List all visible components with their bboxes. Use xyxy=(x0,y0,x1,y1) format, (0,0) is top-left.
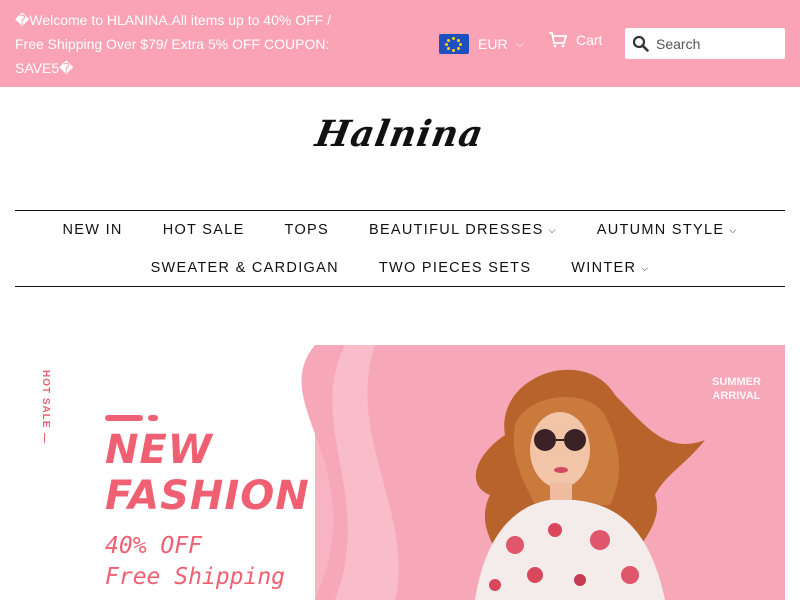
eu-flag-icon xyxy=(439,34,469,54)
nav-item-winter[interactable]: WINTER ⌵ xyxy=(551,258,669,278)
hero-sub-line1: 40% OFF xyxy=(105,533,202,559)
nav-item-two-pieces-sets[interactable]: TWO PIECES SETS xyxy=(359,258,551,278)
nav-row-2: SWEATER & CARDIGAN TWO PIECES SETS WINTER ⌵ xyxy=(15,258,785,278)
chevron-down-icon: ⌵ xyxy=(641,263,650,274)
nav-item-label: WINTER xyxy=(571,260,637,276)
model-photo xyxy=(475,369,705,600)
announcement-text: �Welcome to HLANINA.All items up to 40% … xyxy=(15,12,331,76)
side-tag-dash xyxy=(44,433,45,443)
nav-item-label: TWO PIECES SETS xyxy=(378,260,532,276)
logo-text: Halnina xyxy=(312,113,488,155)
cart-label: Cart xyxy=(576,32,603,48)
hero-banner[interactable]: HOT SALE NEW FASHION 40% OFF Free Shippi… xyxy=(15,345,785,600)
nav-item-label: AUTUMN STYLE xyxy=(596,222,725,238)
hero-title-line2: FASHION xyxy=(105,473,310,519)
nav-item-beautiful-dresses[interactable]: BEAUTIFUL DRESSES ⌵ xyxy=(349,220,577,240)
cart-icon xyxy=(549,32,568,48)
nav-row-1: NEW IN HOT SALE TOPS BEAUTIFUL DRESSES ⌵ AUTU… xyxy=(15,220,785,240)
chevron-down-icon: ⌵ xyxy=(515,37,524,50)
chevron-down-icon: ⌵ xyxy=(729,225,738,236)
announcement-bar: �Welcome to HLANINA.All items up to 40% … xyxy=(0,0,800,87)
nav-item-label: NEW IN xyxy=(62,222,123,238)
nav-item-tops[interactable]: TOPS xyxy=(265,220,349,240)
hot-sale-side-tag: HOT SALE xyxy=(40,370,51,429)
site-logo[interactable]: Halnina xyxy=(0,113,800,155)
main-navigation: NEW IN HOT SALE TOPS BEAUTIFUL DRESSES ⌵ AUTU… xyxy=(15,210,785,287)
nav-item-sweater-cardigan[interactable]: SWEATER & CARDIGAN xyxy=(131,258,359,278)
currency-code: EUR xyxy=(478,36,508,52)
nav-item-autumn-style[interactable]: AUTUMN STYLE ⌵ xyxy=(577,220,758,240)
search-icon[interactable] xyxy=(632,35,649,52)
chevron-down-icon: ⌵ xyxy=(548,225,557,236)
currency-selector[interactable]: EUR ⌵ xyxy=(439,34,524,54)
nav-item-hot-sale[interactable]: HOT SALE xyxy=(143,220,265,240)
hero-title-line1: NEW xyxy=(105,427,213,473)
nav-item-new-in[interactable]: NEW IN xyxy=(43,220,143,240)
search-input[interactable] xyxy=(656,35,776,52)
hero-subtitle: 40% OFF Free Shipping xyxy=(105,531,285,593)
nav-item-label: TOPS xyxy=(284,222,329,238)
hero-sub-line2: Free Shipping xyxy=(105,564,286,590)
cart-link[interactable]: Cart xyxy=(548,32,602,48)
nav-item-label: HOT SALE xyxy=(162,222,245,238)
search-box[interactable] xyxy=(625,28,785,59)
nav-item-label: SWEATER & CARDIGAN xyxy=(150,260,339,276)
hero-title: NEW FASHION xyxy=(105,427,310,519)
nav-item-label: BEAUTIFUL DRESSES xyxy=(368,222,544,238)
